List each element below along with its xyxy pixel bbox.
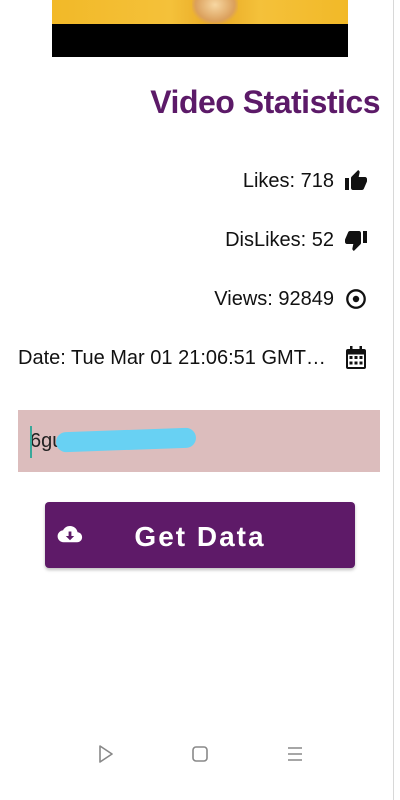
date-row: Date: Tue Mar 01 21:06:51 GMT+...: [18, 343, 368, 373]
menu-icon[interactable]: [285, 744, 305, 764]
thumbs-down-icon: [344, 228, 368, 252]
eye-icon: [344, 287, 368, 311]
thumbs-up-icon: [344, 169, 368, 193]
calendar-icon: [344, 346, 368, 370]
video-id-input[interactable]: 6gu: [18, 410, 380, 472]
get-data-label: Get Data: [134, 521, 266, 552]
views-row: Views: 92849: [214, 284, 368, 314]
views-label: Views: 92849: [214, 287, 334, 310]
redaction-mark: [55, 427, 197, 453]
dislikes-label: DisLikes: 52: [225, 228, 334, 251]
page-title: Video Statistics: [150, 84, 380, 120]
date-label: Date: Tue Mar 01 21:06:51 GMT+...: [18, 346, 334, 369]
text-cursor: [30, 426, 32, 458]
dislikes-row: DisLikes: 52: [225, 225, 368, 255]
system-nav-bar: [0, 744, 400, 768]
window-edge: [393, 0, 394, 800]
likes-row: Likes: 718: [243, 166, 368, 196]
get-data-button[interactable]: Get Data: [45, 502, 355, 568]
home-icon[interactable]: [190, 744, 210, 764]
back-icon[interactable]: [96, 744, 116, 764]
thumbnail-image: [52, 0, 348, 24]
video-thumbnail[interactable]: [52, 0, 348, 57]
likes-label: Likes: 718: [242, 169, 334, 192]
